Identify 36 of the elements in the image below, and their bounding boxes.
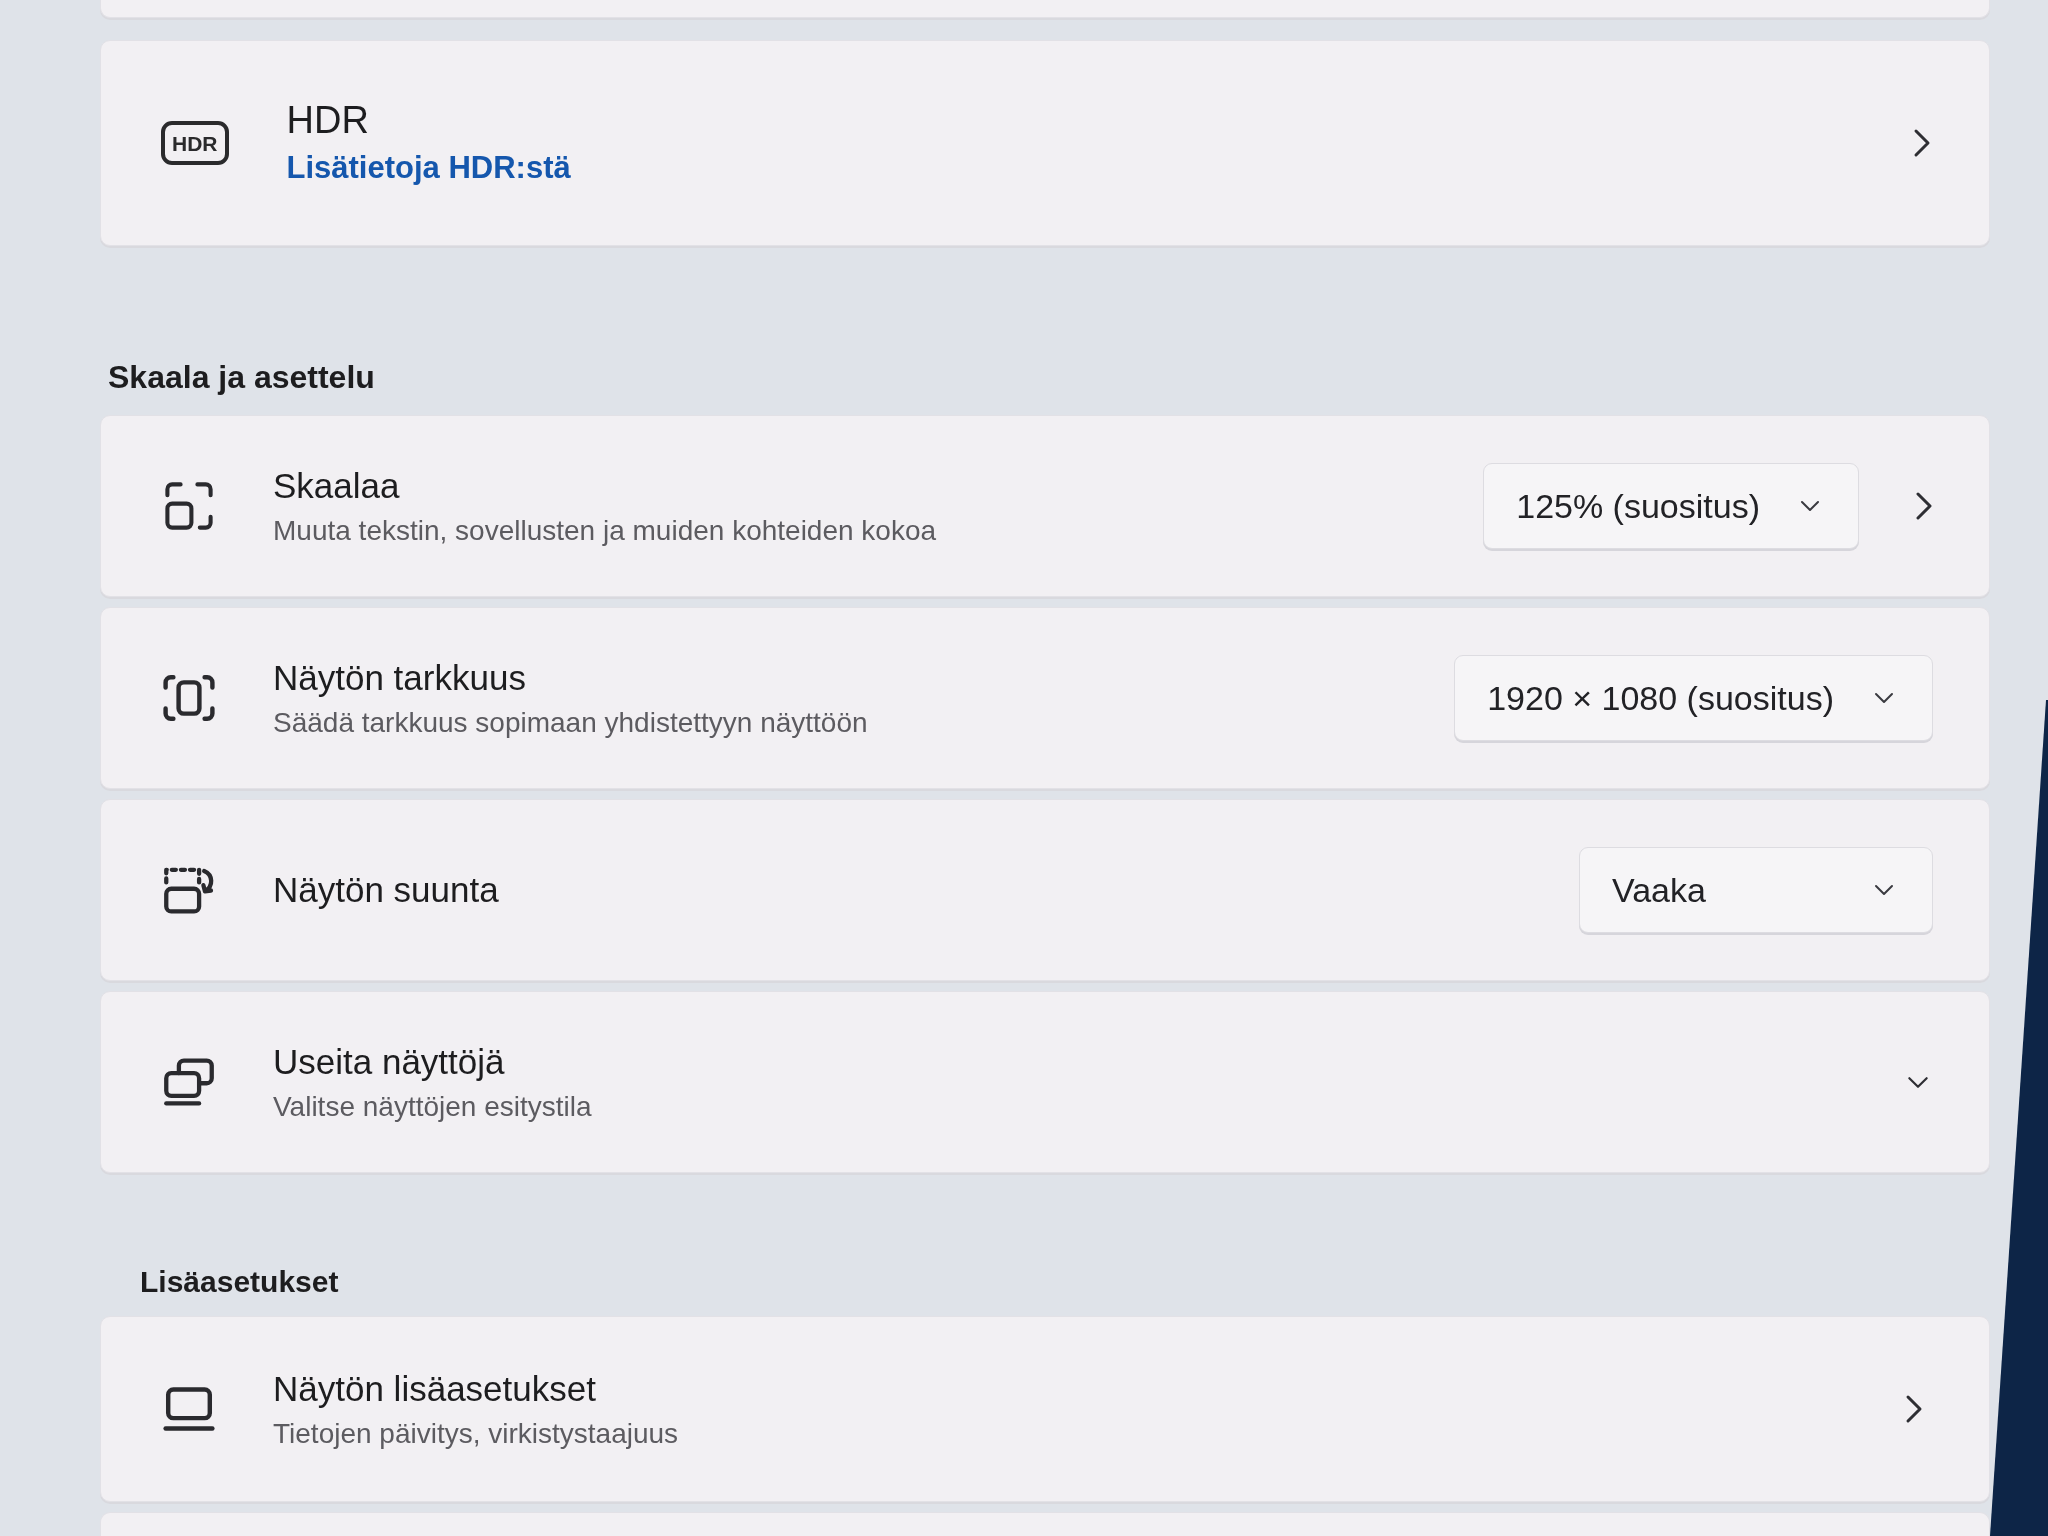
setting-description: Muuta tekstin, sovellusten ja muiden kohteiden kokoa [273, 513, 937, 548]
setting-title: HDR [286, 97, 369, 143]
settings-card[interactable]: Näytön tarkkuus Säädä tarkkuus sopimaan yhdistettyyn näyttöön 1920 × 1080 (suositus) [100, 607, 1990, 789]
settings-card[interactable] [100, 1512, 1990, 1536]
setting-description: Valitse näyttöjen esitystila [273, 1089, 592, 1124]
laptop-icon [163, 1385, 215, 1433]
learn-more-link[interactable]: Lisätietoja HDR:stä [286, 149, 571, 189]
chevron-right-icon [1905, 1394, 1923, 1424]
rotate-screen-icon [163, 866, 215, 914]
setting-title: Skaalaa [273, 464, 400, 507]
settings-card[interactable]: Useita näyttöjä Valitse näyttöjen esitystila [100, 991, 1990, 1173]
settings-card[interactable]: Näytön lisäasetukset Tietojen päivitys, virkistystaajuus [100, 1316, 1990, 1502]
scale-icon [163, 482, 215, 530]
setting-title: Useita näyttöjä [273, 1040, 505, 1083]
setting-description: Säädä tarkkuus sopimaan yhdistettyyn näyttöön [273, 705, 868, 740]
settings-card[interactable]: Skaalaa Muuta tekstin, sovellusten ja muiden kohteiden kokoa 125% (suositus) [100, 415, 1990, 597]
section-heading: Skaala ja asettelu [108, 358, 375, 397]
chevron-right-icon [1913, 128, 1931, 158]
resolution-icon [163, 674, 215, 722]
chevron-down-icon [1874, 884, 1894, 896]
setting-description: Tietojen päivitys, virkistystaajuus [273, 1416, 679, 1451]
settings-card[interactable] [100, 0, 1990, 18]
settings-card[interactable]: Näytön suunta Vaaka [100, 799, 1990, 981]
section-heading: Lisäasetukset [140, 1264, 339, 1300]
setting-title: Näytön lisäasetukset [273, 1367, 596, 1410]
dropdown[interactable]: Vaaka [1579, 847, 1933, 933]
hdr-badge: HDR [161, 121, 229, 165]
settings-card[interactable]: HDR HDR Lisätietoja HDR:stä [100, 40, 1990, 246]
chevron-right-icon [1915, 491, 1933, 521]
dropdown[interactable]: 1920 × 1080 (suositus) [1454, 655, 1933, 741]
setting-title: Näytön tarkkuus [273, 656, 526, 699]
chevron-down-icon [1874, 692, 1894, 704]
dropdown[interactable]: 125% (suositus) [1483, 463, 1859, 549]
chevron-down-icon [1800, 500, 1820, 512]
setting-title: Näytön suunta [273, 869, 499, 911]
multiple-screens-icon [163, 1058, 215, 1106]
